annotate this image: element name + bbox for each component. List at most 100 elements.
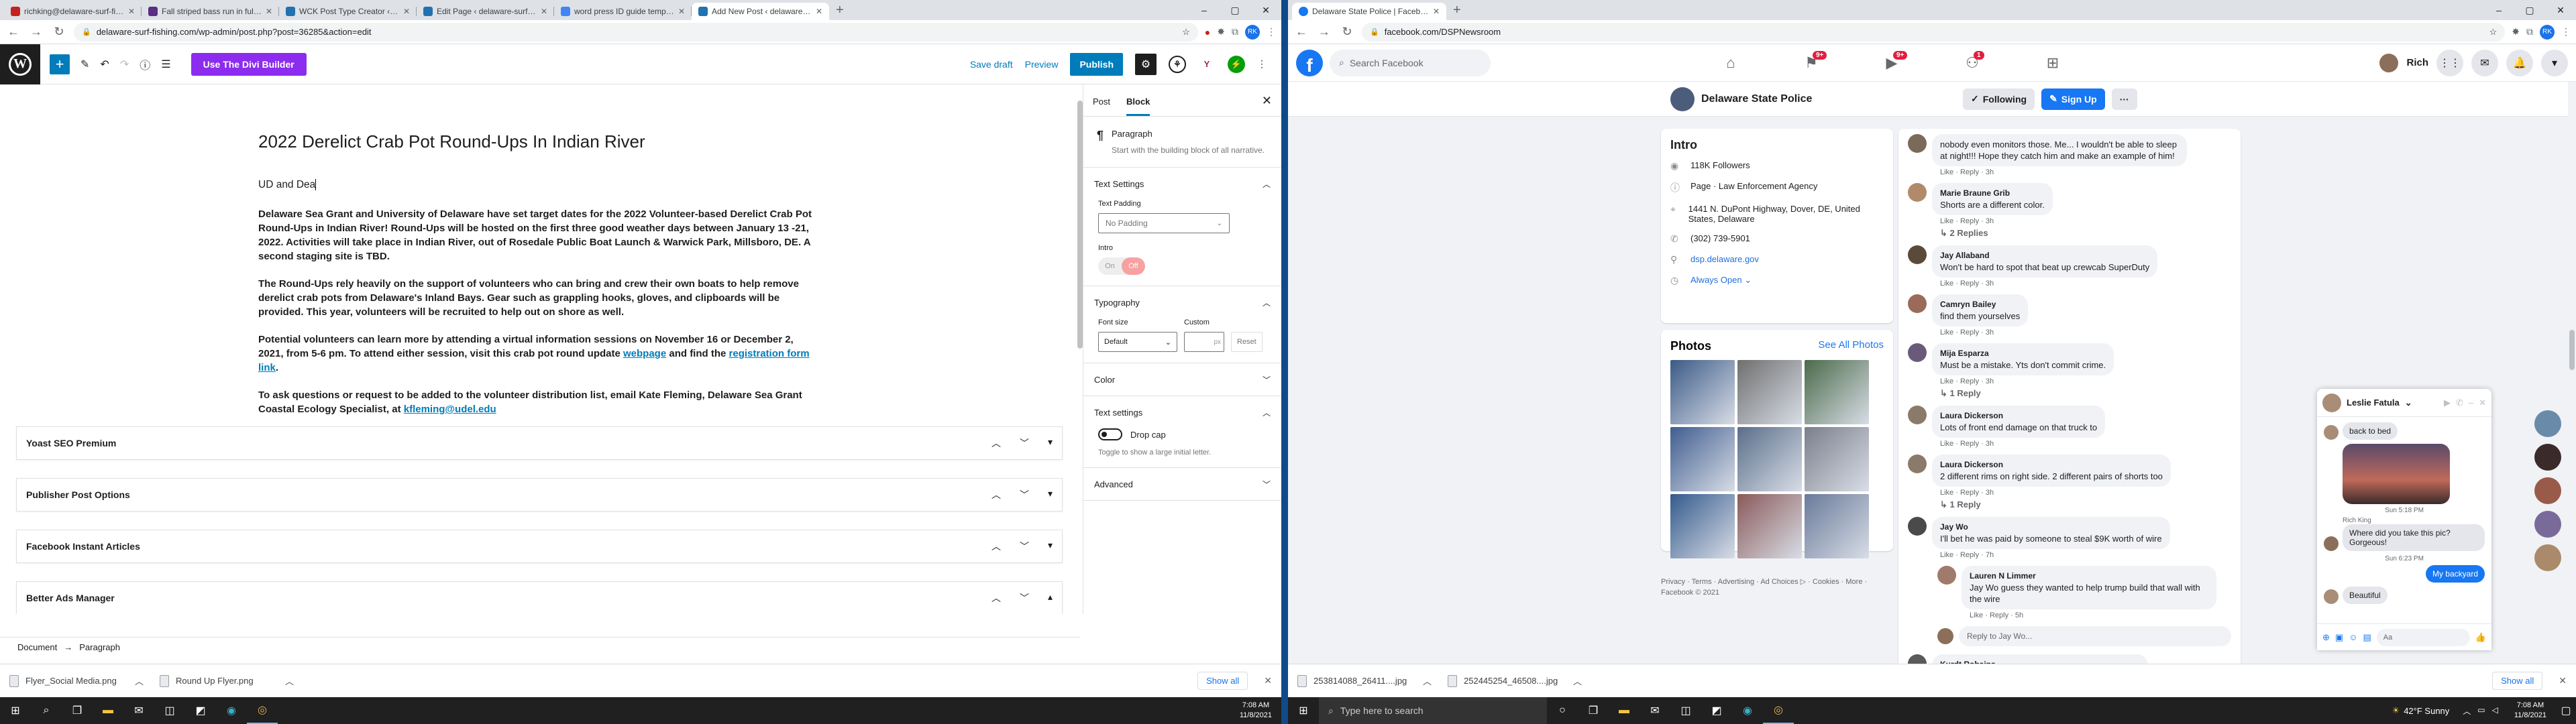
webpage-link[interactable]: webpage — [623, 348, 666, 359]
toggle-panel-icon[interactable]: ▾ — [1048, 540, 1053, 553]
mail-icon[interactable]: ✉ — [123, 697, 154, 724]
commenter-avatar[interactable] — [1908, 406, 1927, 424]
post-title[interactable]: 2022 Derelict Crab Pot Round-Ups In Indi… — [258, 131, 815, 152]
commenter-avatar[interactable] — [1937, 566, 1956, 585]
paragraph-block[interactable]: To ask questions or request to be added … — [258, 388, 815, 416]
taskbar-clock[interactable]: 7:08 AM 11/8/2021 — [1230, 701, 1281, 721]
chat-head-avatar[interactable] — [2534, 511, 2561, 538]
breadcrumb-document[interactable]: Document — [17, 642, 57, 652]
toggle-on-option[interactable]: On — [1098, 257, 1122, 275]
add-block-button[interactable]: + — [50, 54, 70, 74]
back-icon[interactable]: ← — [5, 25, 21, 39]
following-button[interactable]: ✓ Following — [1963, 88, 2035, 110]
close-tab-icon[interactable]: ✕ — [403, 7, 410, 16]
user-avatar[interactable] — [2379, 53, 2399, 72]
photo-thumbnail[interactable] — [1737, 427, 1802, 491]
like-thumb-icon[interactable]: 👍 — [2475, 632, 2486, 643]
edge-icon[interactable]: ◉ — [1732, 697, 1763, 724]
redo-icon[interactable]: ↷ — [120, 58, 129, 71]
chat-head-avatar[interactable] — [2534, 444, 2561, 471]
puzzle-icon[interactable]: ⧉ — [1232, 26, 1238, 38]
panel-toggle[interactable]: Text Settings ︿ — [1094, 168, 1271, 200]
tab-block[interactable]: Block — [1126, 97, 1150, 116]
toggle-panel-icon[interactable]: ▾ — [1048, 436, 1053, 450]
commenter-avatar[interactable] — [1908, 294, 1927, 313]
reload-icon[interactable]: ↻ — [51, 25, 67, 39]
extension-icon[interactable]: ● — [1205, 27, 1210, 38]
close-tab-icon[interactable]: ✕ — [266, 7, 272, 16]
volume-icon[interactable]: ◁ — [2492, 705, 2498, 717]
task-view-icon[interactable]: ❐ — [62, 697, 93, 724]
text-padding-select[interactable]: No Padding ⌄ — [1098, 213, 1230, 233]
new-tab-icon[interactable]: + — [829, 3, 851, 20]
breadcrumb-paragraph[interactable]: Paragraph — [79, 642, 120, 652]
download-item[interactable]: Round Up Flyer.png ︿ — [160, 674, 294, 687]
jetpack-boost-icon[interactable]: ⚡ — [1228, 55, 1245, 73]
publish-button[interactable]: Publish — [1070, 52, 1123, 76]
jetpack-icon[interactable]: ⚘ — [1169, 55, 1186, 73]
custom-size-input[interactable]: px — [1184, 332, 1224, 352]
close-tab-icon[interactable]: ✕ — [816, 7, 822, 16]
intro-toggle[interactable]: On Off — [1098, 257, 1145, 275]
phone-icon[interactable]: ✆ — [2456, 398, 2463, 408]
move-up-icon[interactable]: ︿ — [991, 488, 1001, 501]
close-downloads-icon[interactable]: ✕ — [1264, 675, 1272, 686]
account-caret-icon[interactable]: ▾ — [2541, 49, 2568, 76]
home-icon[interactable]: ⌂ — [1717, 50, 1744, 76]
comment-actions[interactable]: Like · Reply · 3h — [1940, 489, 2171, 497]
drop-cap-switch[interactable] — [1098, 428, 1122, 440]
menu-dots-icon[interactable]: ⋮ — [2561, 26, 2571, 38]
bookmark-star-icon[interactable]: ☆ — [2489, 27, 2498, 38]
chevron-down-icon[interactable]: ⌄ — [2405, 398, 2412, 408]
chevron-up-icon[interactable]: ︿ — [135, 674, 144, 687]
chat-head-avatar[interactable] — [2534, 477, 2561, 504]
commenter-avatar[interactable] — [1908, 134, 1927, 153]
metabox-panel[interactable]: Facebook Instant Articles ︿ ﹀ ▾ — [16, 530, 1063, 563]
profile-avatar[interactable]: RK — [2540, 24, 2555, 40]
commenter-name[interactable]: Camryn Bailey — [1940, 299, 2020, 310]
maximize-icon[interactable]: ▢ — [2514, 0, 2545, 20]
photos-app-icon[interactable]: ◩ — [185, 697, 216, 724]
gif-icon[interactable]: ▤ — [2363, 632, 2371, 643]
reset-button[interactable]: Reset — [1231, 332, 1263, 352]
yoast-icon[interactable]: Y — [1198, 56, 1216, 73]
facebook-logo[interactable]: f — [1296, 49, 1323, 76]
comment-actions[interactable]: Like · Reply · 3h — [1940, 280, 2157, 288]
comment-actions[interactable]: Like · Reply · 3h — [1940, 168, 2187, 176]
view-replies-link[interactable]: ↳ 2 Replies — [1940, 228, 2053, 239]
chat-photo[interactable] — [2343, 444, 2450, 504]
chat-avatar[interactable] — [2322, 393, 2341, 412]
more-options-icon[interactable]: ⋮ — [1257, 58, 1267, 70]
url-field[interactable]: 🔒 facebook.com/DSPNewsroom ☆ — [1362, 22, 2506, 42]
user-name[interactable]: Rich — [2406, 57, 2428, 68]
chat-head-avatar[interactable] — [2534, 544, 2561, 571]
move-down-icon[interactable]: ﹀ — [1020, 436, 1029, 450]
sign-up-button[interactable]: ✎ Sign Up — [2041, 88, 2105, 110]
close-tab-icon[interactable]: ✕ — [678, 7, 685, 16]
paragraph-block-active[interactable]: UD and Dea — [258, 179, 815, 191]
toggle-off-option[interactable]: Off — [1122, 257, 1145, 275]
close-sidebar-icon[interactable]: ✕ — [1262, 94, 1272, 117]
divi-builder-button[interactable]: Use The Divi Builder — [191, 52, 307, 76]
chat-message-input[interactable]: Aa — [2376, 628, 2470, 646]
see-all-photos-link[interactable]: See All Photos — [1818, 339, 1884, 353]
close-downloads-icon[interactable]: ✕ — [2559, 675, 2567, 686]
download-item[interactable]: Flyer_Social Media.png ︿ — [9, 674, 144, 687]
editor-scrollbar[interactable] — [1077, 101, 1083, 349]
weather-widget[interactable]: ☀ 42°F Sunny — [2392, 705, 2463, 716]
back-icon[interactable]: ← — [1293, 25, 1309, 39]
pages-flag-icon[interactable]: ⚑ 9+ — [1798, 50, 1827, 76]
close-tab-icon[interactable]: ✕ — [541, 7, 547, 16]
image-icon[interactable]: ▣ — [2335, 632, 2343, 643]
plus-circle-icon[interactable]: ⊕ — [2322, 632, 2330, 643]
chrome-icon[interactable]: ◎ — [1763, 697, 1794, 724]
close-tab-icon[interactable]: ✕ — [1433, 7, 1440, 16]
sticker-icon[interactable]: ☺ — [2349, 632, 2357, 642]
tab-facebook[interactable]: Delaware State Police | Facebook ✕ — [1292, 3, 1446, 20]
windows-start-icon[interactable]: ⊞ — [1288, 697, 1319, 724]
notification-center-icon[interactable]: ▢ — [2556, 697, 2576, 724]
tools-pencil-icon[interactable]: ✎ — [80, 58, 89, 71]
minimize-icon[interactable]: – — [1189, 0, 1220, 20]
move-up-icon[interactable]: ︿ — [991, 540, 1001, 553]
metabox-panel[interactable]: Publisher Post Options ︿ ﹀ ▾ — [16, 478, 1063, 511]
